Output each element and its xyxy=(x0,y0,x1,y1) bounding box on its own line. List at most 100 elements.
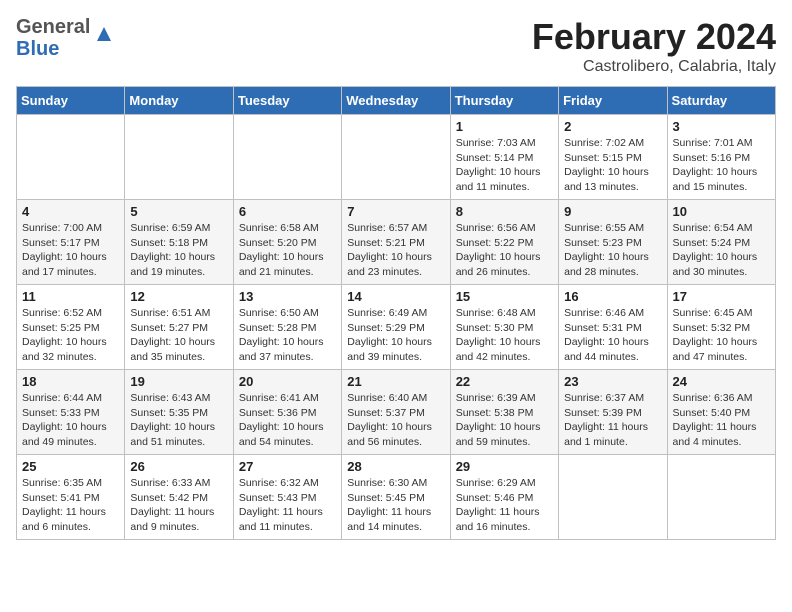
location: Castrolibero, Calabria, Italy xyxy=(532,58,776,76)
table-row: 18 Sunrise: 6:44 AM Sunset: 5:33 PM Dayli… xyxy=(17,370,125,455)
table-row: 14 Sunrise: 6:49 AM Sunset: 5:29 PM Dayli… xyxy=(342,285,450,370)
day-number: 23 xyxy=(564,374,661,389)
day-info: Sunrise: 6:49 AM Sunset: 5:29 PM Dayligh… xyxy=(347,306,444,365)
logo: General Blue xyxy=(16,16,115,60)
day-info: Sunrise: 6:56 AM Sunset: 5:22 PM Dayligh… xyxy=(456,221,553,280)
day-info: Sunrise: 7:02 AM Sunset: 5:15 PM Dayligh… xyxy=(564,136,661,195)
table-row: 4 Sunrise: 7:00 AM Sunset: 5:17 PM Daylig… xyxy=(17,200,125,285)
table-row: 12 Sunrise: 6:51 AM Sunset: 5:27 PM Dayli… xyxy=(125,285,233,370)
table-row: 9 Sunrise: 6:55 AM Sunset: 5:23 PM Daylig… xyxy=(559,200,667,285)
col-friday: Friday xyxy=(559,87,667,115)
day-info: Sunrise: 6:46 AM Sunset: 5:31 PM Dayligh… xyxy=(564,306,661,365)
header: General Blue February 2024 Castrolibero,… xyxy=(16,16,776,76)
day-number: 29 xyxy=(456,459,553,474)
col-tuesday: Tuesday xyxy=(233,87,341,115)
day-number: 25 xyxy=(22,459,119,474)
day-number: 4 xyxy=(22,204,119,219)
day-info: Sunrise: 6:37 AM Sunset: 5:39 PM Dayligh… xyxy=(564,391,661,450)
table-row xyxy=(667,455,775,540)
day-number: 15 xyxy=(456,289,553,304)
table-row: 27 Sunrise: 6:32 AM Sunset: 5:43 PM Dayli… xyxy=(233,455,341,540)
day-number: 6 xyxy=(239,204,336,219)
weekday-row: Sunday Monday Tuesday Wednesday Thursday… xyxy=(17,87,776,115)
table-row: 7 Sunrise: 6:57 AM Sunset: 5:21 PM Daylig… xyxy=(342,200,450,285)
day-info: Sunrise: 6:57 AM Sunset: 5:21 PM Dayligh… xyxy=(347,221,444,280)
day-number: 18 xyxy=(22,374,119,389)
table-row xyxy=(559,455,667,540)
month-title: February 2024 xyxy=(532,16,776,58)
calendar-week-5: 25Sunrise: 6:35 AM Sunset: 5:41 PM Dayli… xyxy=(17,455,776,540)
day-number: 28 xyxy=(347,459,444,474)
day-number: 11 xyxy=(22,289,119,304)
day-number: 2 xyxy=(564,119,661,134)
table-row: 10Sunrise: 6:54 AM Sunset: 5:24 PM Dayli… xyxy=(667,200,775,285)
day-info: Sunrise: 6:54 AM Sunset: 5:24 PM Dayligh… xyxy=(673,221,770,280)
day-number: 7 xyxy=(347,204,444,219)
day-info: Sunrise: 6:40 AM Sunset: 5:37 PM Dayligh… xyxy=(347,391,444,450)
day-info: Sunrise: 6:32 AM Sunset: 5:43 PM Dayligh… xyxy=(239,476,336,535)
day-info: Sunrise: 6:55 AM Sunset: 5:23 PM Dayligh… xyxy=(564,221,661,280)
day-info: Sunrise: 6:33 AM Sunset: 5:42 PM Dayligh… xyxy=(130,476,227,535)
logo-text: General Blue xyxy=(16,16,90,60)
table-row: 23 Sunrise: 6:37 AM Sunset: 5:39 PM Dayli… xyxy=(559,370,667,455)
day-info: Sunrise: 6:50 AM Sunset: 5:28 PM Dayligh… xyxy=(239,306,336,365)
day-number: 27 xyxy=(239,459,336,474)
day-number: 8 xyxy=(456,204,553,219)
col-saturday: Saturday xyxy=(667,87,775,115)
day-info: Sunrise: 6:44 AM Sunset: 5:33 PM Dayligh… xyxy=(22,391,119,450)
table-row: 6 Sunrise: 6:58 AM Sunset: 5:20 PM Daylig… xyxy=(233,200,341,285)
calendar-table: Sunday Monday Tuesday Wednesday Thursday… xyxy=(16,86,776,540)
day-info: Sunrise: 7:00 AM Sunset: 5:17 PM Dayligh… xyxy=(22,221,119,280)
day-info: Sunrise: 6:39 AM Sunset: 5:38 PM Dayligh… xyxy=(456,391,553,450)
calendar-week-2: 4 Sunrise: 7:00 AM Sunset: 5:17 PM Daylig… xyxy=(17,200,776,285)
table-row: 21 Sunrise: 6:40 AM Sunset: 5:37 PM Dayli… xyxy=(342,370,450,455)
table-row: 20 Sunrise: 6:41 AM Sunset: 5:36 PM Dayli… xyxy=(233,370,341,455)
table-row: 25Sunrise: 6:35 AM Sunset: 5:41 PM Dayli… xyxy=(17,455,125,540)
table-row: 26Sunrise: 6:33 AM Sunset: 5:42 PM Dayli… xyxy=(125,455,233,540)
day-number: 21 xyxy=(347,374,444,389)
day-number: 19 xyxy=(130,374,227,389)
table-row: 13 Sunrise: 6:50 AM Sunset: 5:28 PM Dayli… xyxy=(233,285,341,370)
table-row: 24 Sunrise: 6:36 AM Sunset: 5:40 PM Dayli… xyxy=(667,370,775,455)
day-number: 3 xyxy=(673,119,770,134)
calendar-week-3: 11 Sunrise: 6:52 AM Sunset: 5:25 PM Dayli… xyxy=(17,285,776,370)
day-info: Sunrise: 6:36 AM Sunset: 5:40 PM Dayligh… xyxy=(673,391,770,450)
table-row xyxy=(17,115,125,200)
calendar-week-4: 18 Sunrise: 6:44 AM Sunset: 5:33 PM Dayli… xyxy=(17,370,776,455)
day-number: 13 xyxy=(239,289,336,304)
logo-icon xyxy=(93,23,115,45)
day-info: Sunrise: 6:48 AM Sunset: 5:30 PM Dayligh… xyxy=(456,306,553,365)
table-row: 15 Sunrise: 6:48 AM Sunset: 5:30 PM Dayli… xyxy=(450,285,558,370)
calendar-body: 1Sunrise: 7:03 AM Sunset: 5:14 PM Daylig… xyxy=(17,115,776,540)
col-monday: Monday xyxy=(125,87,233,115)
day-number: 12 xyxy=(130,289,227,304)
day-info: Sunrise: 6:41 AM Sunset: 5:36 PM Dayligh… xyxy=(239,391,336,450)
day-number: 17 xyxy=(673,289,770,304)
day-number: 5 xyxy=(130,204,227,219)
table-row: 11 Sunrise: 6:52 AM Sunset: 5:25 PM Dayli… xyxy=(17,285,125,370)
table-row: 1Sunrise: 7:03 AM Sunset: 5:14 PM Daylig… xyxy=(450,115,558,200)
day-info: Sunrise: 6:30 AM Sunset: 5:45 PM Dayligh… xyxy=(347,476,444,535)
table-row: 19Sunrise: 6:43 AM Sunset: 5:35 PM Dayli… xyxy=(125,370,233,455)
day-number: 9 xyxy=(564,204,661,219)
day-number: 24 xyxy=(673,374,770,389)
table-row xyxy=(125,115,233,200)
calendar-week-1: 1Sunrise: 7:03 AM Sunset: 5:14 PM Daylig… xyxy=(17,115,776,200)
day-number: 20 xyxy=(239,374,336,389)
day-number: 22 xyxy=(456,374,553,389)
day-info: Sunrise: 7:01 AM Sunset: 5:16 PM Dayligh… xyxy=(673,136,770,195)
table-row: 3 Sunrise: 7:01 AM Sunset: 5:16 PM Daylig… xyxy=(667,115,775,200)
table-row xyxy=(342,115,450,200)
table-row: 28 Sunrise: 6:30 AM Sunset: 5:45 PM Dayli… xyxy=(342,455,450,540)
day-info: Sunrise: 6:51 AM Sunset: 5:27 PM Dayligh… xyxy=(130,306,227,365)
title-area: February 2024 Castrolibero, Calabria, It… xyxy=(532,16,776,76)
day-number: 14 xyxy=(347,289,444,304)
calendar-header: Sunday Monday Tuesday Wednesday Thursday… xyxy=(17,87,776,115)
day-info: Sunrise: 6:52 AM Sunset: 5:25 PM Dayligh… xyxy=(22,306,119,365)
day-info: Sunrise: 6:58 AM Sunset: 5:20 PM Dayligh… xyxy=(239,221,336,280)
table-row: 17Sunrise: 6:45 AM Sunset: 5:32 PM Dayli… xyxy=(667,285,775,370)
day-info: Sunrise: 6:59 AM Sunset: 5:18 PM Dayligh… xyxy=(130,221,227,280)
col-thursday: Thursday xyxy=(450,87,558,115)
table-row: 22 Sunrise: 6:39 AM Sunset: 5:38 PM Dayli… xyxy=(450,370,558,455)
table-row: 8 Sunrise: 6:56 AM Sunset: 5:22 PM Daylig… xyxy=(450,200,558,285)
